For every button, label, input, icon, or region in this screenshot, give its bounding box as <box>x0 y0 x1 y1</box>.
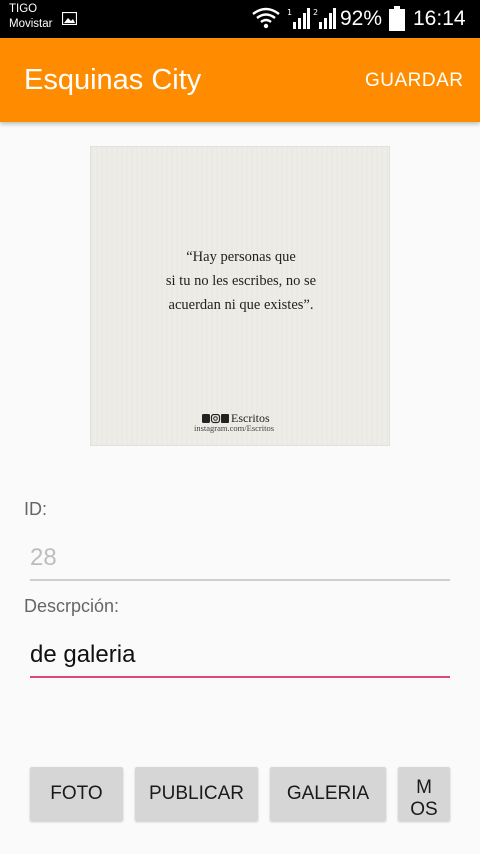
description-field[interactable]: de galeria <box>30 632 450 678</box>
quote-line: acuerdan ni que existes”. <box>168 297 314 313</box>
carrier-1: TIGO <box>9 3 38 15</box>
wifi-icon <box>252 7 280 29</box>
status-bar: TIGO Movistar 1 2 92% 16:14 <box>0 0 480 38</box>
svg-text:1: 1 <box>287 8 292 17</box>
description-value: de galeria <box>30 641 136 668</box>
battery-icon <box>389 6 405 31</box>
photo-preview: “Hay personas que si tu no les escribes,… <box>90 146 390 446</box>
id-label: ID: <box>24 499 48 519</box>
carrier-2: Movistar <box>9 18 53 30</box>
app-title: Esquinas City <box>24 64 202 96</box>
quote-text: “Hay personas que si tu no les escribes,… <box>91 245 391 317</box>
foto-button[interactable]: FOTO <box>30 767 123 821</box>
quote-line: “Hay personas que <box>186 249 296 265</box>
save-button[interactable]: GUARDAR <box>365 70 464 92</box>
clock: 16:14 <box>413 7 466 30</box>
publicar-button[interactable]: PUBLICAR <box>135 767 258 821</box>
description-label: Descrpción: <box>24 596 120 616</box>
app-bar: Esquinas City GUARDAR <box>0 38 480 122</box>
signal-sim1-icon: 1 <box>287 8 310 29</box>
social-icons <box>202 413 229 423</box>
mas-button[interactable]: MOS <box>398 767 450 821</box>
id-field[interactable]: 28 <box>30 535 450 581</box>
svg-text:2: 2 <box>313 8 318 17</box>
carrier-names: TIGO Movistar <box>9 2 52 32</box>
battery-percent: 92% <box>340 7 383 30</box>
id-value: 28 <box>30 544 57 571</box>
quote-line: si tu no les escribes, no se <box>165 273 317 289</box>
signal-sim2-icon: 2 <box>313 8 336 29</box>
brand-url: instagram.com/Escritos <box>194 423 275 433</box>
image-notification-icon <box>62 12 77 25</box>
galeria-button[interactable]: GALERIA <box>270 767 386 821</box>
